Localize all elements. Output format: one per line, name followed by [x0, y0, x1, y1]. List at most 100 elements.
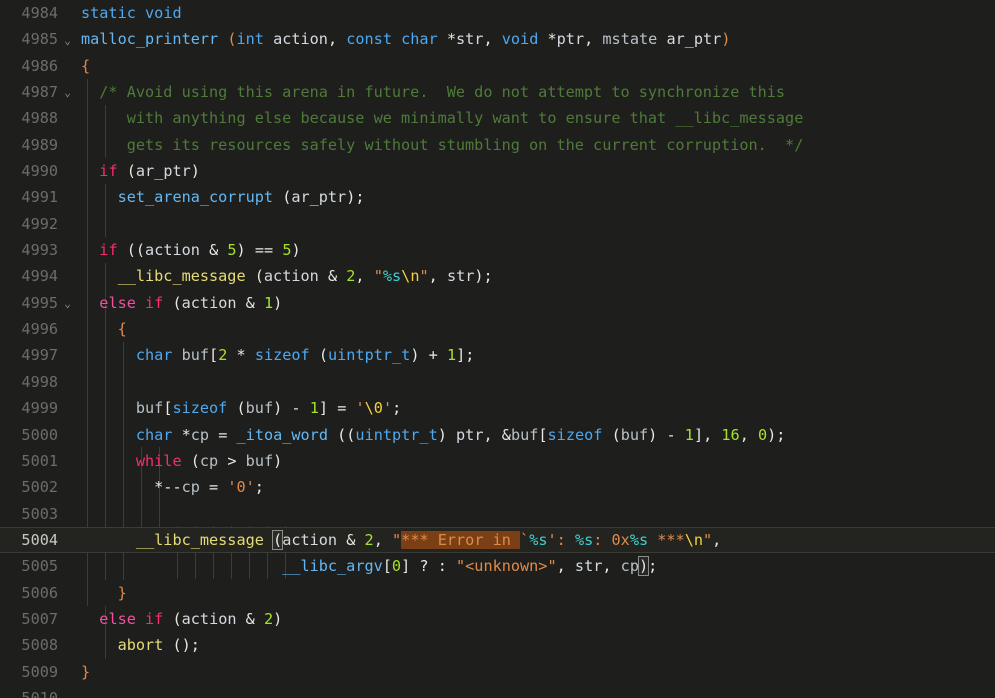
line-content: static void — [81, 4, 182, 22]
line-number: 5009 — [21, 662, 58, 681]
line-number: 4988 — [21, 109, 58, 128]
line-number: 5007 — [21, 609, 58, 628]
code-line[interactable]: 4994 __libc_message (action & 2, "%s\n",… — [0, 263, 995, 289]
fold-placeholder — [58, 329, 77, 330]
code-line[interactable]: 4993 if ((action & 5) == 5) — [0, 237, 995, 263]
line-content: else if (action & 2) — [99, 609, 283, 628]
line-number: 4999 — [21, 399, 58, 418]
code-line[interactable]: 5002 *--cp = '0'; — [0, 474, 995, 500]
code-line[interactable]: 5003 — [0, 501, 995, 527]
fold-placeholder — [58, 513, 77, 514]
line-number: 5000 — [21, 425, 58, 444]
code-line-current[interactable]: 5004 __libc_message (action & 2, "*** Er… — [0, 526, 995, 554]
line-number: 4990 — [21, 162, 58, 181]
fold-placeholder — [58, 461, 77, 462]
code-line[interactable]: 4997 char buf[2 * sizeof (uintptr_t) + 1… — [0, 342, 995, 368]
fold-placeholder — [58, 171, 77, 172]
line-number: 4994 — [21, 267, 58, 286]
line-content: buf[sizeof (buf) - 1] = '\0'; — [135, 399, 402, 418]
code-line[interactable]: 4998 — [0, 369, 995, 395]
line-content: while (cp > buf) — [135, 451, 283, 470]
code-line[interactable]: 5010 — [0, 685, 995, 698]
fold-placeholder — [58, 250, 77, 251]
line-content: } — [81, 662, 91, 681]
line-number: 4984 — [21, 4, 58, 22]
code-line[interactable]: 5007 else if (action & 2) — [0, 606, 995, 632]
code-line[interactable]: 4992 — [0, 211, 995, 237]
fold-placeholder — [58, 408, 77, 409]
bracket-match-open: ( — [272, 529, 284, 550]
fold-placeholder — [58, 118, 77, 119]
line-number: 5010 — [21, 688, 58, 698]
line-content: __libc_message (action & 2, "*** Error i… — [135, 529, 722, 550]
chevron-down-icon[interactable]: ⌄ — [58, 297, 77, 309]
line-number-active: 5004 — [21, 530, 58, 549]
line-content: set_arena_corrupt (ar_ptr); — [117, 188, 365, 207]
line-number: 4993 — [21, 241, 58, 260]
chevron-down-icon[interactable]: ⌄ — [58, 86, 77, 98]
bracket-match-close: ) — [637, 556, 650, 577]
line-number: 4997 — [21, 346, 58, 365]
line-content: } — [117, 583, 127, 602]
line-content: malloc_printerr (int action, const char … — [81, 30, 731, 49]
fold-placeholder — [58, 197, 77, 198]
fold-placeholder — [58, 619, 77, 620]
code-line[interactable]: 4995 ⌄ else if (action & 1) — [0, 290, 995, 316]
code-line[interactable]: 4990 if (ar_ptr) — [0, 158, 995, 184]
line-number: 4986 — [21, 56, 58, 75]
code-line[interactable]: 4999 buf[sizeof (buf) - 1] = '\0'; — [0, 395, 995, 421]
code-line[interactable]: 5009 } — [0, 659, 995, 685]
fold-placeholder — [58, 671, 77, 672]
chevron-down-icon[interactable]: ⌄ — [58, 34, 77, 46]
code-line[interactable]: 4987 ⌄ /* Avoid using this arena in futu… — [0, 79, 995, 105]
code-line[interactable]: 4996 { — [0, 316, 995, 342]
line-content: with anything else because we minimally … — [81, 109, 804, 128]
code-line[interactable]: 5001 while (cp > buf) — [0, 448, 995, 474]
fold-placeholder — [58, 381, 77, 382]
line-number: 5005 — [21, 557, 58, 576]
fold-placeholder — [58, 276, 77, 277]
line-number: 4992 — [21, 214, 58, 233]
line-content: /* Avoid using this arena in future. We … — [81, 83, 786, 102]
line-content: *--cp = '0'; — [154, 478, 264, 497]
code-line[interactable]: 4989 gets its resources safely without s… — [0, 132, 995, 158]
code-line[interactable]: 4985 ⌄ malloc_printerr (int action, cons… — [0, 26, 995, 52]
line-content: if (ar_ptr) — [99, 162, 200, 181]
fold-placeholder — [58, 223, 77, 224]
line-number: 4996 — [21, 320, 58, 339]
code-line[interactable]: 5000 char *cp = _itoa_word ((uintptr_t) … — [0, 422, 995, 448]
line-content: char *cp = _itoa_word ((uintptr_t) ptr, … — [135, 425, 786, 444]
code-line[interactable]: 4986 { — [0, 53, 995, 79]
fold-placeholder — [58, 540, 77, 541]
line-number: 5006 — [21, 583, 58, 602]
line-content: char buf[2 * sizeof (uintptr_t) + 1]; — [135, 346, 475, 365]
line-content: { — [81, 56, 91, 75]
fold-placeholder — [58, 434, 77, 435]
code-line[interactable]: 4991 set_arena_corrupt (ar_ptr); — [0, 184, 995, 210]
code-editor[interactable]: 4984 static void 4985 ⌄ malloc_printerr … — [0, 0, 995, 698]
line-number: 4985 — [21, 30, 58, 49]
code-line[interactable]: 4988 with anything else because we minim… — [0, 105, 995, 131]
line-number: 4995 — [21, 293, 58, 312]
code-line[interactable]: 5006 } — [0, 580, 995, 606]
fold-placeholder — [58, 645, 77, 646]
line-number: 4987 — [21, 83, 58, 102]
fold-placeholder — [58, 566, 77, 567]
code-line[interactable]: 5005 __libc_argv[0] ? : "<unknown>", str… — [0, 553, 995, 579]
code-line[interactable]: 4984 static void — [0, 0, 995, 26]
line-content: gets its resources safely without stumbl… — [81, 135, 804, 154]
fold-placeholder — [58, 355, 77, 356]
line-content: if ((action & 5) == 5) — [99, 241, 301, 260]
line-number: 5002 — [21, 478, 58, 497]
line-content: else if (action & 1) — [99, 293, 283, 312]
fold-placeholder — [58, 13, 77, 14]
code-line[interactable]: 5008 abort (); — [0, 632, 995, 658]
fold-placeholder — [58, 592, 77, 593]
line-number: 5008 — [21, 636, 58, 655]
fold-placeholder — [58, 65, 77, 66]
line-content: __libc_message (action & 2, "%s\n", str)… — [117, 267, 493, 286]
line-content: { — [117, 320, 127, 339]
line-number: 5003 — [21, 504, 58, 523]
line-number: 5001 — [21, 451, 58, 470]
selection-highlight[interactable]: *** Error in — [401, 530, 521, 549]
